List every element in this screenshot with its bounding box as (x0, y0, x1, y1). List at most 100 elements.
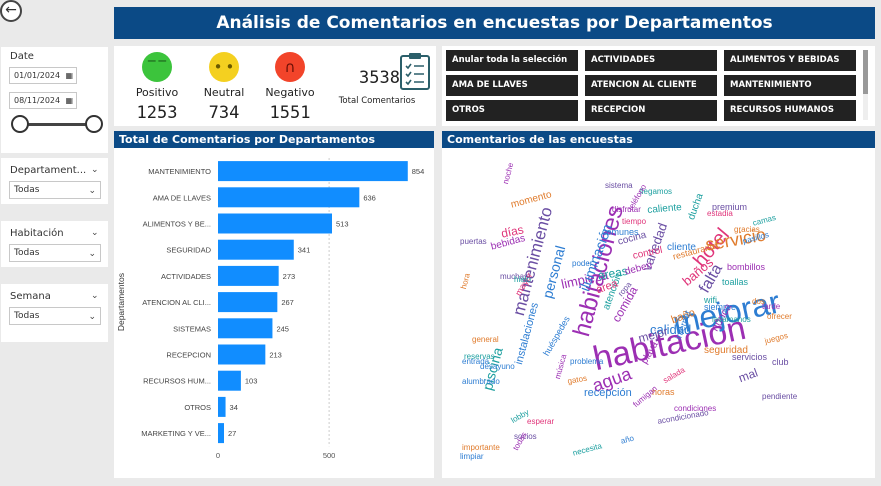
data-label: 854 (412, 167, 425, 176)
category-label: AMA DE LLAVES (153, 193, 211, 202)
neutral-label: Neutral (203, 86, 245, 99)
category-label: OTROS (184, 403, 211, 412)
calendar-icon[interactable]: ▦ (65, 93, 73, 108)
word-cloud-word: juegos (763, 330, 789, 346)
negativo-label: Negativo (265, 86, 315, 99)
word-cloud-word: limpiar (460, 452, 484, 461)
word-cloud-word: comunes (602, 227, 639, 237)
bar[interactable] (218, 265, 279, 286)
word-cloud-word: necesita (571, 441, 603, 458)
bar[interactable] (218, 318, 273, 339)
chevron-down-icon[interactable]: ⌄ (91, 165, 99, 175)
semana-filter-panel: Semana ⌄ Todas ⌄ (1, 284, 108, 342)
slicer-chip[interactable]: RECEPCION (585, 100, 717, 121)
date-from-value: 01/01/2024 (14, 71, 61, 80)
word-cloud-word: toallas (722, 277, 749, 287)
wordcloud-panel: Comentarios de las encuestas habitación m… (442, 131, 875, 478)
date-from-input[interactable]: 01/01/2024 ▦ (9, 67, 77, 84)
bar[interactable] (218, 292, 278, 313)
chevron-down-icon: ⌄ (88, 249, 96, 259)
bar[interactable] (218, 344, 266, 365)
total-comentarios-value: 3538 (359, 68, 400, 88)
word-cloud-word: recepción (584, 387, 632, 399)
semana-dropdown[interactable]: Todas ⌄ (9, 307, 101, 325)
word-cloud-word: servicios (732, 352, 768, 362)
data-label: 513 (336, 220, 349, 229)
clipboard-checklist-icon (400, 53, 430, 90)
bar[interactable] (218, 239, 294, 260)
y-axis-label: Departamentos (116, 273, 126, 331)
word-cloud-word: gatos (566, 373, 588, 386)
slicer-chip[interactable]: Anular toda la selección (446, 50, 578, 71)
bar[interactable] (218, 370, 241, 391)
positivo-label: Positivo (135, 86, 179, 99)
slicer-scrollbar-thumb[interactable] (863, 50, 868, 94)
habitacion-dropdown[interactable]: Todas ⌄ (9, 244, 101, 262)
word-cloud-word: estadia (707, 209, 733, 218)
departamento-dropdown[interactable]: Todas ⌄ (9, 181, 101, 199)
word-cloud-word: general (472, 335, 499, 344)
slicer-chip[interactable]: ALIMENTOS Y BEBIDAS (724, 50, 856, 71)
category-label: ALIMENTOS Y BE... (143, 220, 211, 229)
category-label: ACTIVIDADES (161, 272, 211, 281)
bar[interactable] (218, 396, 226, 417)
word-cloud-word: poder (572, 259, 593, 268)
page-title: Análisis de Comentarios en encuestas por… (114, 7, 875, 39)
positivo-count: 1253 (136, 103, 178, 123)
habitacion-filter-panel: Habitación ⌄ Todas ⌄ (1, 221, 108, 267)
slicer-chip[interactable]: ACTIVIDADES (585, 50, 717, 71)
semana-label: Semana (10, 291, 51, 302)
word-cloud-word: camas (751, 212, 777, 228)
semana-value: Todas (14, 311, 40, 321)
date-slider-handle-end[interactable] (85, 115, 103, 133)
date-to-input[interactable]: 08/11/2024 ▦ (9, 92, 77, 109)
word-cloud-word: importante (462, 443, 500, 452)
negativo-count: 1551 (269, 103, 311, 123)
word-cloud-word: ofrecer (767, 312, 792, 321)
word-cloud-word: ducha (686, 192, 706, 222)
positive-face-icon: ‾ ‾ (142, 52, 172, 82)
chevron-down-icon[interactable]: ⌄ (91, 291, 99, 301)
word-cloud-word: huéspedes (541, 314, 572, 358)
chevron-down-icon[interactable]: ⌄ (91, 228, 99, 238)
word-cloud-word: mal (736, 365, 760, 386)
word-cloud-word: esperar (527, 417, 555, 426)
slicer-chip[interactable]: ATENCION AL CLIENTE (585, 75, 717, 96)
departamento-value: Todas (14, 185, 40, 195)
calendar-icon[interactable]: ▦ (65, 68, 73, 83)
category-label: SEGURIDAD (166, 246, 211, 255)
word-cloud-word: reservas (464, 352, 495, 361)
category-label: ATENCION AL CLI... (142, 298, 211, 307)
neutral-face-icon: • • (209, 52, 239, 82)
habitacion-value: Todas (14, 248, 40, 258)
data-label: 245 (276, 324, 289, 333)
slicer-chip[interactable]: MANTENIMIENTO (724, 75, 856, 96)
word-cloud-word: acondicionado (656, 408, 710, 426)
word-cloud-word: alumbrado (462, 377, 500, 386)
date-to-value: 08/11/2024 (14, 96, 61, 105)
word-cloud-word: año (619, 433, 635, 446)
word-cloud-word: noche (501, 161, 516, 186)
neutral-count: 734 (208, 103, 240, 123)
slicer-chip[interactable]: RECURSOS HUMANOS (724, 100, 856, 121)
departamento-filter-panel: Departament... ⌄ Todas ⌄ (1, 158, 108, 204)
category-label: SISTEMAS (173, 324, 211, 333)
bar[interactable] (218, 161, 408, 182)
slicer-chip[interactable]: AMA DE LLAVES (446, 75, 578, 96)
slicer-chip[interactable]: OTROS (446, 100, 578, 121)
department-slicer-panel: Anular toda la selección ACTIVIDADES ALIME… (442, 46, 875, 126)
word-cloud-word: caliente (646, 201, 683, 216)
bar[interactable] (218, 187, 360, 208)
back-arrow-icon[interactable]: ← (0, 0, 22, 22)
category-label: MANTENIMIENTO (148, 167, 211, 176)
data-label: 103 (245, 377, 258, 386)
bar[interactable] (218, 423, 224, 444)
chevron-down-icon: ⌄ (88, 186, 96, 196)
word-cloud-word: dos (752, 297, 765, 306)
bar-chart: MANTENIMIENTO 854 AMA DE LLAVES 636 ALIMENTO… (116, 158, 425, 460)
date-slider-handle-start[interactable] (11, 115, 29, 133)
departamento-label: Departament... (10, 165, 87, 176)
bar-chart-panel: Total de Comentarios por Departamentos M… (114, 131, 434, 478)
bar[interactable] (218, 213, 332, 234)
data-label: 267 (281, 298, 294, 307)
